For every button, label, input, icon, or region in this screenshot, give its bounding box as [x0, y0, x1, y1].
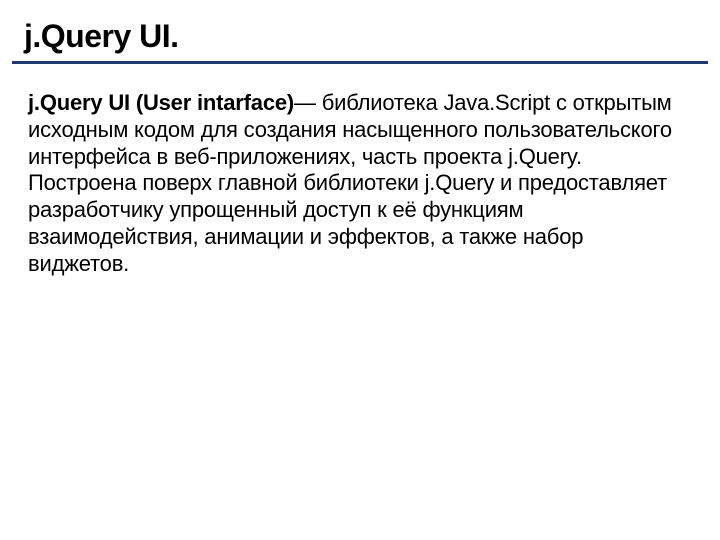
body-rest: — библиотека Java.Script с открытым исхо… [28, 90, 672, 276]
slide-title: j.Query UI. [0, 18, 720, 61]
slide-body: j.Query UI (User intarface)— библиотека … [0, 64, 720, 278]
slide: j.Query UI. j.Query UI (User intarface)—… [0, 0, 720, 540]
body-lead: j.Query UI (User intarface) [28, 90, 294, 115]
